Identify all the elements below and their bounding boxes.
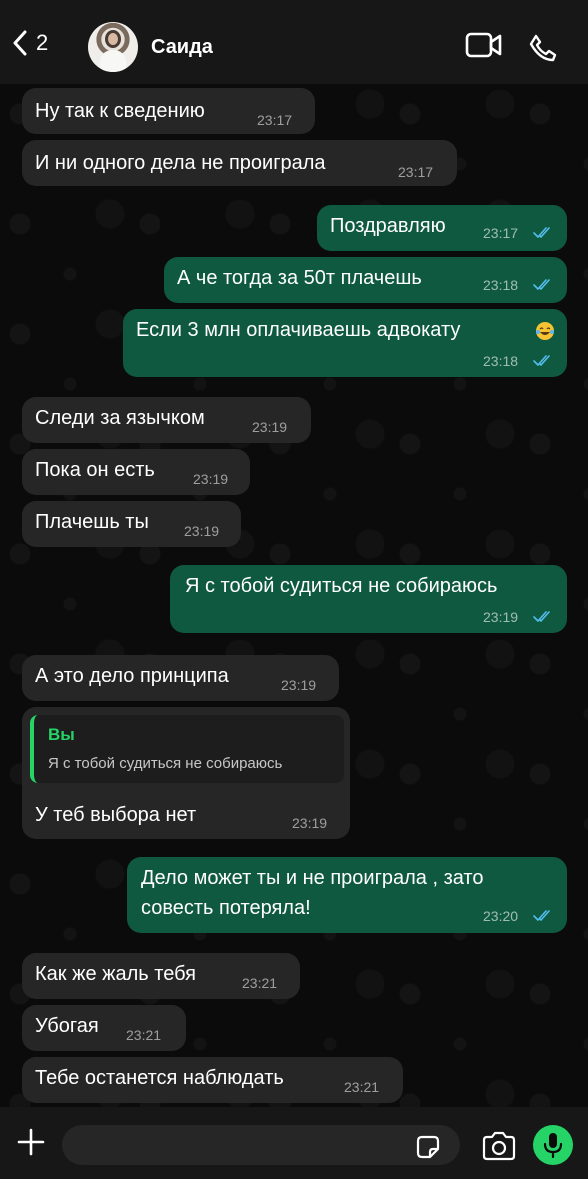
avatar[interactable] [88, 22, 138, 72]
message-text: Дело может ты и не проиграла , зато сове… [141, 867, 484, 919]
read-receipt-icon [533, 355, 550, 366]
message-incoming[interactable]: Следи за язычком 23:19 [22, 397, 311, 443]
message-time: 23:17 [398, 164, 434, 180]
quoted-message[interactable]: Вы Я с тобой судиться не собираюсь [30, 715, 344, 783]
message-text: Плачешь ты [35, 511, 149, 533]
unread-count: 2 [36, 30, 49, 55]
message-time: 23:19 [281, 677, 317, 693]
message-time: 23:21 [344, 1079, 380, 1095]
message-outgoing[interactable]: Я с тобой судиться не собираюсь 23:19 [170, 565, 567, 633]
message-outgoing[interactable]: Дело может ты и не проиграла , зато сове… [127, 857, 567, 933]
message-text: Я с тобой судиться не собираюсь [185, 575, 498, 597]
message-input[interactable] [62, 1125, 460, 1165]
message-incoming[interactable]: А это дело принципа 23:19 [22, 655, 339, 701]
message-time: 23:20 [483, 908, 519, 924]
message-text: Убогая [35, 1015, 99, 1037]
message-time: 23:19 [292, 815, 328, 831]
quote-text: Я с тобой судиться не собираюсь [48, 755, 283, 772]
sticker-icon [416, 1135, 440, 1159]
message-incoming[interactable]: Убогая 23:21 [22, 1005, 186, 1051]
message-incoming-reply[interactable]: Вы Я с тобой судиться не собираюсь У теб… [22, 707, 350, 839]
sticker-button[interactable] [414, 1133, 442, 1166]
message-time: 23:17 [483, 225, 519, 241]
message-text: А че тогда за 50т плачешь [177, 267, 422, 289]
message-incoming[interactable]: Как же жаль тебя 23:21 [22, 953, 300, 999]
chevron-left-icon [13, 30, 27, 56]
message-time: 23:18 [483, 353, 519, 369]
message-text: Следи за язычком [35, 407, 205, 429]
message-time: 23:19 [184, 523, 220, 539]
message-incoming[interactable]: Ну так к сведению 23:17 [22, 88, 315, 134]
voice-call-button[interactable] [528, 33, 558, 68]
message-text: У теб выбора нет [35, 804, 197, 826]
message-outgoing[interactable]: Если 3 млн оплачиваешь адвокату 23:18 [123, 309, 567, 377]
message-time: 23:18 [483, 277, 519, 293]
message-list[interactable]: Ну так к сведению 23:17 И ни одного дела… [0, 84, 588, 1107]
message-incoming[interactable]: Тебе останется наблюдать 23:21 [22, 1057, 403, 1103]
message-time: 23:21 [126, 1027, 162, 1043]
message-time: 23:19 [483, 609, 519, 625]
message-time: 23:17 [257, 112, 293, 128]
composer-bar [0, 1107, 588, 1179]
message-text: И ни одного дела не проиграла [35, 152, 326, 174]
message-text: Ну так к сведению [35, 100, 205, 122]
message-outgoing[interactable]: А че тогда за 50т плачешь 23:18 [164, 257, 567, 303]
microphone-icon [543, 1133, 563, 1158]
voice-message-button[interactable] [533, 1125, 573, 1165]
message-text: Как же жаль тебя [35, 963, 196, 985]
phone-icon [529, 34, 557, 62]
quote-author: Вы [48, 725, 75, 744]
message-incoming[interactable]: Плачешь ты 23:19 [22, 501, 241, 547]
message-incoming[interactable]: Пока он есть 23:19 [22, 449, 250, 495]
read-receipt-icon [533, 279, 550, 290]
message-time: 23:21 [242, 975, 278, 991]
chat-screen: 2 Саида Ну так к сведению 23:17 И ни одн… [0, 0, 588, 1179]
message-text: Пока он есть [35, 459, 155, 481]
back-button[interactable]: 2 [12, 30, 48, 56]
read-receipt-icon [533, 910, 550, 921]
attach-button[interactable] [16, 1127, 46, 1162]
message-text: А это дело принципа [35, 665, 229, 687]
camera-button[interactable] [481, 1131, 517, 1166]
message-incoming[interactable]: И ни одного дела не проиграла 23:17 [22, 140, 457, 186]
video-camera-icon [465, 32, 502, 58]
camera-icon [482, 1131, 516, 1161]
plus-icon [17, 1128, 45, 1156]
message-text: Тебе останется наблюдать [35, 1067, 284, 1089]
message-text: Если 3 млн оплачиваешь адвокату [136, 319, 461, 341]
message-text: Поздравляю [330, 215, 446, 237]
message-time: 23:19 [252, 419, 288, 435]
message-time: 23:19 [193, 471, 229, 487]
read-receipt-icon [533, 611, 550, 622]
contact-name[interactable]: Саида [151, 36, 213, 59]
video-call-button[interactable] [465, 32, 503, 63]
laughing-with-tears-emoji-icon [536, 322, 554, 340]
chat-header: 2 Саида [0, 0, 588, 84]
read-receipt-icon [533, 227, 550, 238]
message-outgoing[interactable]: Поздравляю 23:17 [317, 205, 567, 251]
